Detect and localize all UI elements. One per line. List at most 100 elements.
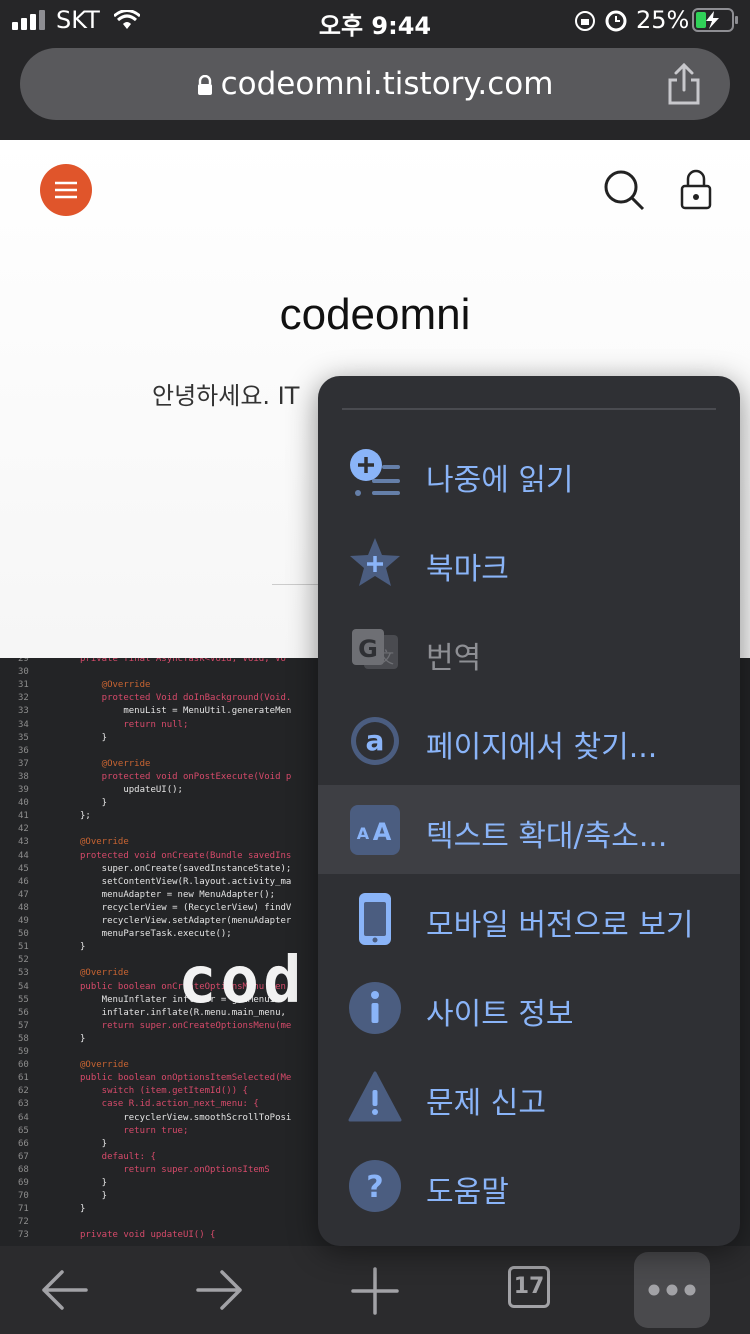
code-line-number: 45 — [18, 863, 29, 874]
menu-item-help[interactable]: ? 도움말 — [318, 1141, 740, 1230]
code-line: switch (item.getItemId()) { — [80, 1086, 248, 1097]
status-bar: SKT 오후 9:44 25% — [0, 0, 750, 40]
code-line: return null; — [80, 719, 189, 730]
login-lock-icon[interactable] — [678, 168, 714, 212]
forward-arrow-icon[interactable] — [194, 1268, 246, 1312]
code-line-number: 64 — [18, 1112, 29, 1123]
bottom-toolbar: 17 — [0, 1246, 750, 1334]
code-line-number: 67 — [18, 1151, 29, 1162]
code-line: @Override — [80, 1060, 129, 1071]
menu-item-label: 페이지에서 찾기... — [426, 730, 658, 765]
lock-icon — [197, 74, 212, 95]
code-line-number: 38 — [18, 771, 29, 782]
text-zoom-icon: A A — [350, 805, 400, 855]
svg-text:?: ? — [366, 1170, 383, 1205]
svg-text:a: a — [366, 724, 385, 757]
code-line-number: 31 — [18, 680, 29, 691]
code-line-number: 47 — [18, 889, 29, 900]
code-line: } — [80, 1178, 108, 1188]
menu-item-label: 텍스트 확대/축소... — [426, 819, 668, 854]
code-line-number: 63 — [18, 1099, 29, 1110]
new-tab-plus-icon[interactable] — [350, 1266, 400, 1316]
code-line: } — [80, 1033, 86, 1044]
url-display[interactable]: codeomni.tistory.com — [20, 66, 730, 102]
tab-switcher-button[interactable]: 17 — [508, 1266, 550, 1308]
code-line: setContentView(R.layout.activity_ma — [80, 876, 292, 887]
menu-divider — [342, 408, 716, 410]
code-line-number: 49 — [18, 916, 29, 926]
alarm-icon — [605, 10, 627, 32]
url-text: codeomni.tistory.com — [220, 66, 554, 102]
code-line-number: 66 — [18, 1138, 29, 1149]
code-line: updateUI(); — [80, 785, 183, 795]
menu-item-report-issue[interactable]: 문제 신고 — [318, 1052, 740, 1141]
menu-item-find-in-page[interactable]: a 페이지에서 찾기... — [318, 696, 740, 785]
code-line: @Override — [80, 837, 129, 848]
read-later-icon — [350, 449, 400, 496]
code-line: private final AsyncTask<Void, Void, Vo — [80, 658, 286, 664]
svg-text:文: 文 — [378, 648, 394, 667]
menu-item-label: 번역 — [426, 641, 482, 676]
code-line-number: 65 — [18, 1125, 29, 1136]
code-line: } — [80, 1138, 108, 1149]
code-line-number: 42 — [18, 824, 29, 835]
menu-item-text-zoom[interactable]: A A 텍스트 확대/축소... — [318, 785, 740, 874]
code-line: }; — [80, 811, 91, 822]
menu-item-label: 모바일 버전으로 보기 — [426, 908, 694, 943]
code-line-number: 39 — [18, 785, 29, 795]
menu-item-label: 문제 신고 — [426, 1086, 546, 1121]
back-arrow-icon[interactable] — [38, 1268, 90, 1312]
battery-charging-icon — [692, 8, 738, 32]
code-image-text: cod — [178, 944, 306, 1018]
site-description: 안녕하세요. IT — [152, 382, 300, 410]
menu-item-mobile-site[interactable]: 모바일 버전으로 보기 — [318, 874, 740, 963]
more-menu-button[interactable] — [634, 1252, 710, 1328]
code-line-number: 46 — [18, 876, 29, 887]
menu-item-bookmark[interactable]: 북마크 — [318, 518, 740, 607]
code-line: return true; — [80, 1125, 189, 1136]
code-line: } — [80, 1191, 108, 1202]
code-line-number: 71 — [18, 1204, 29, 1215]
code-line: protected void onPostExecute(Void p — [80, 771, 292, 782]
code-line: @Override — [80, 680, 151, 691]
svg-text:A: A — [373, 818, 392, 846]
code-line-number: 48 — [18, 902, 29, 913]
code-line-number: 37 — [18, 758, 29, 769]
code-line: private void updateUI() { — [80, 1230, 216, 1241]
code-line-number: 73 — [18, 1230, 29, 1241]
mobile-site-icon — [359, 893, 391, 945]
rotation-lock-icon — [575, 11, 595, 31]
code-gutter — [0, 658, 70, 1246]
menu-item-label: 도움말 — [426, 1175, 509, 1210]
share-icon[interactable] — [664, 62, 704, 106]
code-line: protected Void doInBackground(Void. — [80, 693, 292, 704]
menu-item-label: 북마크 — [426, 552, 509, 587]
code-line: menuParseTask.execute(); — [80, 929, 232, 940]
code-line-number: 60 — [18, 1060, 29, 1071]
site-title: codeomni — [279, 290, 471, 339]
search-icon[interactable] — [602, 168, 646, 212]
site-menu-button[interactable] — [40, 164, 92, 216]
code-line: super.onCreate(savedInstanceState); — [80, 863, 292, 874]
code-line-number: 69 — [18, 1178, 29, 1188]
divider — [272, 584, 322, 585]
translate-icon: G 文 — [352, 629, 398, 669]
code-line: recyclerView.smoothScrollToPosi — [80, 1112, 292, 1123]
address-bar[interactable]: codeomni.tistory.com — [20, 48, 730, 120]
svg-text:A: A — [357, 824, 370, 843]
code-line-number: 72 — [18, 1217, 29, 1228]
menu-item-site-info[interactable]: 사이트 정보 — [318, 963, 740, 1052]
code-line-number: 34 — [18, 719, 29, 730]
svg-text:G: G — [358, 635, 378, 663]
menu-item-read-later[interactable]: 나중에 읽기 — [318, 429, 740, 518]
code-line-number: 68 — [18, 1164, 29, 1175]
battery-percent: 25% — [636, 6, 690, 34]
code-line-number: 57 — [18, 1020, 29, 1031]
find-in-page-icon: a — [351, 717, 399, 765]
warning-icon — [348, 1071, 402, 1122]
code-line: @Override — [80, 758, 151, 769]
code-line: menuAdapter = new MenuAdapter(); — [80, 889, 276, 900]
help-icon: ? — [349, 1160, 401, 1212]
code-line-number: 56 — [18, 1007, 29, 1018]
code-line-number: 29 — [18, 658, 29, 664]
